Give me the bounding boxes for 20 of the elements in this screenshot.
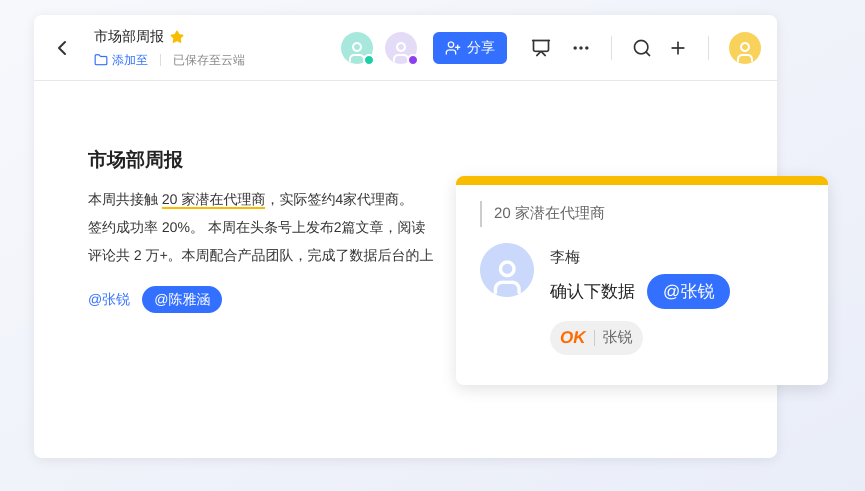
- body-text: 签约成功率 20%。 本周在头条号上发布2篇文章，阅读: [88, 218, 426, 236]
- mention-tag[interactable]: @张锐: [647, 274, 730, 309]
- mention-tag[interactable]: @陈雅涵: [142, 286, 222, 312]
- comment-author: 李梅: [550, 248, 581, 268]
- search-icon[interactable]: [632, 38, 652, 58]
- quote-text: 20 家潜在代理商: [480, 201, 828, 227]
- body-text: 评论共 2 万+。本周配合产品团队，完成了数据后台的上: [88, 246, 434, 264]
- presentation-icon[interactable]: [531, 38, 551, 58]
- share-button[interactable]: 分享: [433, 32, 507, 64]
- mention-tag[interactable]: @张锐: [88, 286, 130, 312]
- add-user-icon: [445, 40, 461, 56]
- star-icon[interactable]: [170, 30, 184, 44]
- reaction-chip[interactable]: OK 张锐: [550, 321, 642, 354]
- add-to-link[interactable]: 添加至: [112, 51, 148, 69]
- save-status: 已保存至云端: [173, 52, 245, 69]
- comment-text: 确认下数据: [550, 280, 635, 302]
- body-text: 本周共接触 20 家潜在代理商，实际签约4家代理商。: [88, 190, 414, 210]
- document-title: 市场部周报: [94, 27, 164, 46]
- document-heading: 市场部周报: [88, 148, 184, 173]
- folder-icon: [94, 53, 108, 67]
